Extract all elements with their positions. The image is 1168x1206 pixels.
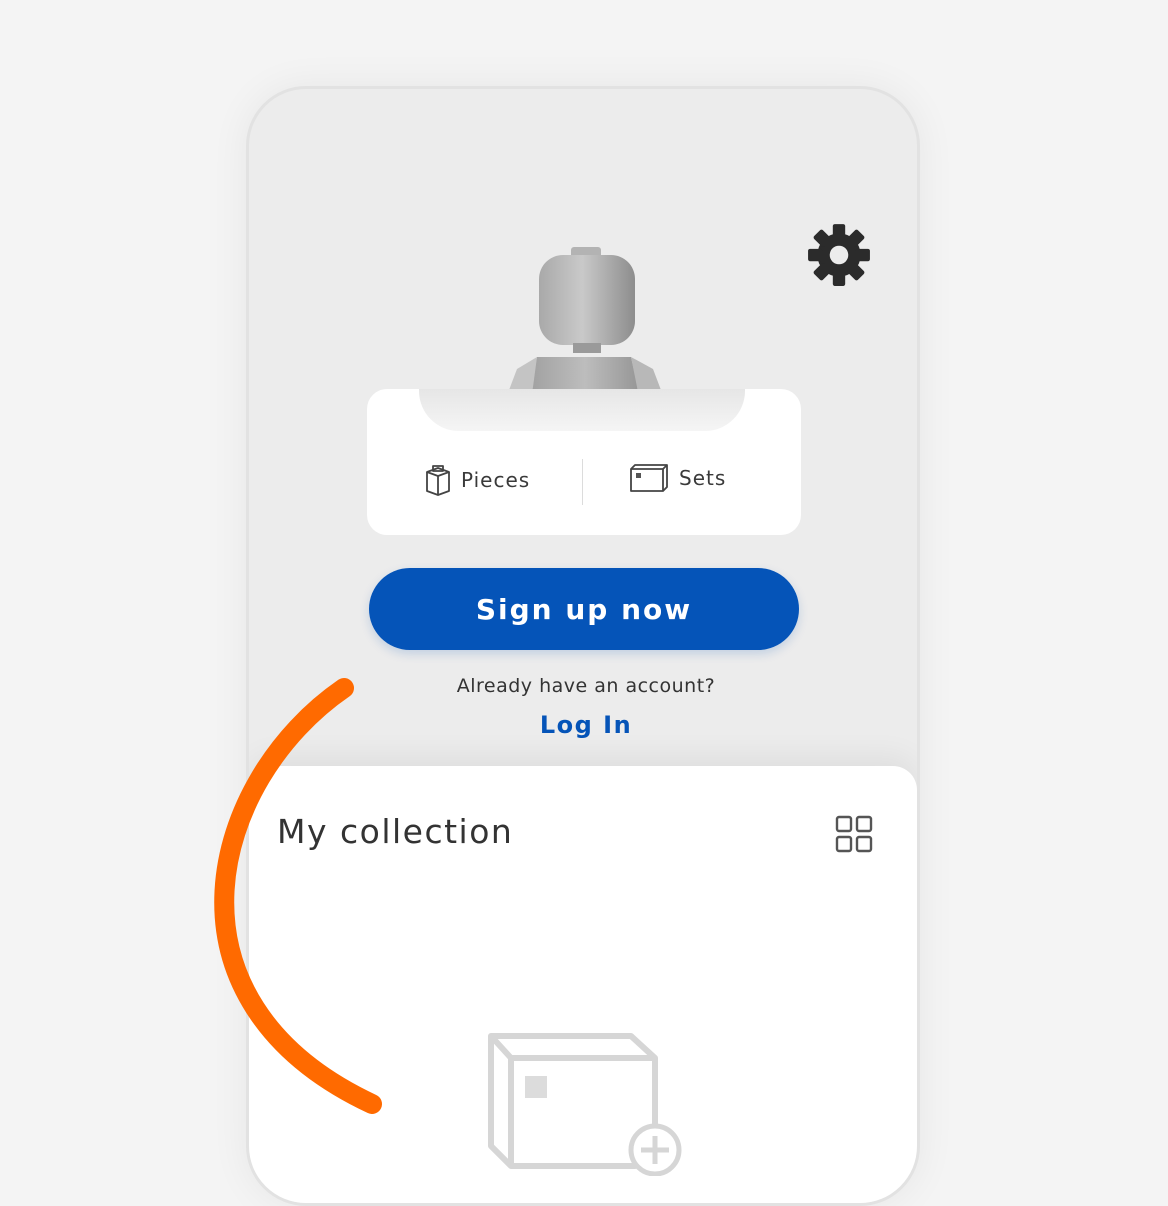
add-set-box-icon (488, 1033, 682, 1176)
sets-label: Sets (679, 466, 727, 490)
log-in-link[interactable]: Log In (534, 711, 638, 739)
stats-divider (582, 459, 583, 505)
grid-view-icon[interactable] (835, 815, 873, 853)
brick-icon (426, 465, 450, 496)
box-icon (630, 464, 668, 492)
stats-card: Pieces Sets (367, 389, 801, 535)
sign-up-button[interactable]: Sign up now (369, 568, 799, 650)
pieces-stat[interactable]: Pieces (425, 463, 530, 497)
sets-stat[interactable]: Sets (629, 463, 726, 493)
figure-stand (419, 389, 745, 431)
gear-icon[interactable] (806, 222, 872, 288)
phone-frame: Pieces Sets Sign up now Already have an … (246, 86, 920, 1206)
collection-title: My collection (277, 812, 514, 851)
collection-sheet: My collection (249, 766, 917, 1203)
already-have-account-text: Already have an account? (456, 675, 716, 697)
pieces-label: Pieces (461, 468, 531, 492)
